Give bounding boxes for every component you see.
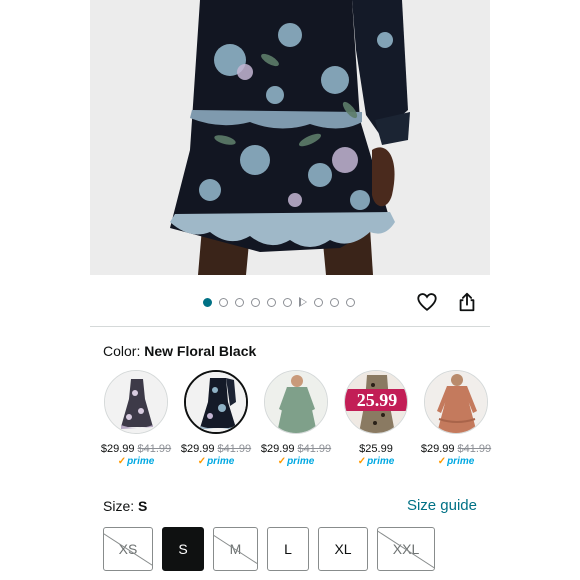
section-divider bbox=[90, 326, 490, 327]
image-carousel-dots bbox=[203, 297, 355, 307]
carousel-dot[interactable] bbox=[251, 297, 260, 307]
swatch-price: $29.99 bbox=[180, 443, 215, 455]
size-selection-label: Size: S bbox=[103, 498, 147, 514]
carousel-dot[interactable] bbox=[330, 297, 339, 307]
size-button-list: XS S M L XL XXL bbox=[103, 527, 444, 571]
selected-size-value: S bbox=[138, 498, 148, 514]
color-swatch[interactable]: $29.99 $41.99 ✓prime bbox=[416, 370, 496, 467]
selected-color-value: New Floral Black bbox=[144, 343, 257, 359]
prime-badge: ✓prime bbox=[277, 456, 315, 467]
floral-dress-photo bbox=[90, 0, 490, 275]
prime-badge: ✓prime bbox=[197, 456, 235, 467]
swatch-prices: $25.99 bbox=[336, 443, 416, 455]
carousel-dot[interactable] bbox=[283, 297, 292, 307]
prime-badge: ✓prime bbox=[357, 456, 395, 467]
carousel-video-indicator[interactable] bbox=[299, 297, 307, 307]
swatch-list-price: $41.99 bbox=[137, 443, 172, 455]
leopard-dress-thumb: 25.99 bbox=[344, 370, 408, 434]
carousel-dot[interactable] bbox=[219, 297, 228, 307]
swatch-list-price: $41.99 bbox=[217, 443, 252, 455]
color-selection-label: Color: New Floral Black bbox=[103, 343, 256, 359]
carousel-dot[interactable] bbox=[346, 297, 355, 307]
floral-print-dress-thumb bbox=[104, 370, 168, 434]
color-swatch-list: $29.99 $41.99 ✓prime $29.99 $41.99 ✓prime bbox=[90, 370, 491, 480]
color-swatch[interactable]: $29.99 $41.99 ✓prime bbox=[256, 370, 336, 467]
size-button-xxl[interactable]: XXL bbox=[377, 527, 435, 571]
swatch-prices: $29.99 $41.99 bbox=[256, 443, 336, 455]
color-swatch[interactable]: 25.99 $25.99 ✓prime bbox=[336, 370, 416, 467]
carousel-dot[interactable] bbox=[267, 297, 276, 307]
carousel-dot[interactable] bbox=[203, 297, 212, 307]
color-swatch-selected[interactable]: $29.99 $41.99 ✓prime bbox=[176, 370, 256, 467]
swatch-badge: 25.99 bbox=[357, 390, 398, 410]
prime-badge: ✓prime bbox=[437, 456, 475, 467]
swatch-price: $29.99 bbox=[260, 443, 295, 455]
prime-badge: ✓prime bbox=[117, 456, 155, 467]
swatch-list-price: $41.99 bbox=[457, 443, 492, 455]
swatch-price: $29.99 bbox=[420, 443, 455, 455]
size-button-m[interactable]: M bbox=[213, 527, 258, 571]
size-label: Size: bbox=[103, 498, 135, 514]
share-icon[interactable] bbox=[456, 291, 478, 313]
swatch-prices: $29.99 $41.99 bbox=[416, 443, 496, 455]
product-detail-panel: Color: New Floral Black $29.99 $41.99 ✓pr… bbox=[90, 0, 491, 580]
rust-dress-thumb bbox=[424, 370, 488, 434]
carousel-dot[interactable] bbox=[235, 297, 244, 307]
swatch-prices: $29.99 $41.99 bbox=[176, 443, 256, 455]
swatch-prices: $29.99 $41.99 bbox=[96, 443, 176, 455]
color-label: Color: bbox=[103, 343, 141, 359]
dark-floral-dress-thumb bbox=[184, 370, 248, 434]
product-image[interactable] bbox=[90, 0, 490, 275]
heart-icon[interactable] bbox=[416, 291, 438, 313]
image-actions bbox=[416, 291, 478, 313]
size-button-s[interactable]: S bbox=[162, 527, 204, 571]
swatch-list-price: $41.99 bbox=[297, 443, 332, 455]
size-button-xs[interactable]: XS bbox=[103, 527, 153, 571]
size-button-xl[interactable]: XL bbox=[318, 527, 368, 571]
size-button-l[interactable]: L bbox=[267, 527, 309, 571]
swatch-price: $29.99 bbox=[100, 443, 135, 455]
color-swatch[interactable]: $29.99 $41.99 ✓prime bbox=[96, 370, 176, 467]
green-dress-thumb bbox=[264, 370, 328, 434]
swatch-price: $25.99 bbox=[359, 443, 393, 455]
carousel-dot[interactable] bbox=[314, 297, 323, 307]
size-guide-link[interactable]: Size guide bbox=[407, 497, 477, 514]
